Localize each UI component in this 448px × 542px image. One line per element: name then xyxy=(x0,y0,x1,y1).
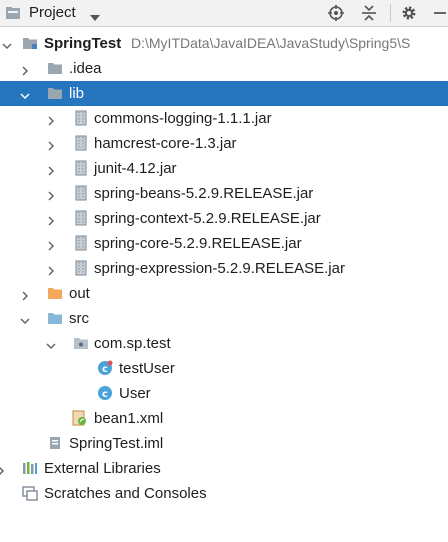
jar-label: spring-core-5.2.9.RELEASE.jar xyxy=(94,235,302,252)
tree-row-external-libraries[interactable]: External Libraries xyxy=(0,456,448,481)
chevron-right-icon[interactable] xyxy=(46,138,56,151)
chevron-right-icon[interactable] xyxy=(20,288,30,301)
tree-row-jar[interactable]: commons-logging-1.1.1.jar xyxy=(0,106,448,131)
jar-icon xyxy=(73,160,89,176)
folder-label: lib xyxy=(69,85,85,102)
tree-row-class[interactable]: c User xyxy=(0,381,448,406)
tree-row-xml[interactable]: bean1.xml xyxy=(0,406,448,431)
external-libraries-label: External Libraries xyxy=(44,460,161,477)
chevron-down-icon[interactable] xyxy=(46,338,56,350)
libraries-icon xyxy=(22,460,38,476)
tree-row-root[interactable]: SpringTest D:\MyITData\JavaIDEA\JavaStud… xyxy=(0,31,448,56)
hide-icon[interactable] xyxy=(432,4,448,22)
excluded-folder-icon xyxy=(47,285,63,301)
jar-label: commons-logging-1.1.1.jar xyxy=(94,110,272,127)
chevron-right-icon[interactable] xyxy=(46,238,56,251)
jar-icon xyxy=(73,110,89,126)
jar-label: spring-beans-5.2.9.RELEASE.jar xyxy=(94,185,314,202)
tree-row-scratches[interactable]: Scratches and Consoles xyxy=(0,481,448,506)
root-module-name: SpringTest xyxy=(44,35,122,52)
project-toolbar: Project xyxy=(0,0,448,27)
tree-row-jar[interactable]: junit-4.12.jar xyxy=(0,156,448,181)
chevron-down-icon[interactable] xyxy=(20,88,30,100)
source-folder-icon xyxy=(47,310,63,326)
tree-row-package[interactable]: com.sp.test xyxy=(0,331,448,356)
jar-icon xyxy=(73,235,89,251)
spring-xml-icon xyxy=(71,410,87,426)
folder-icon xyxy=(47,85,63,101)
chevron-down-icon[interactable] xyxy=(20,313,30,325)
module-folder-icon xyxy=(22,35,38,51)
class-icon: c xyxy=(97,385,113,401)
class-label: User xyxy=(119,385,151,402)
jar-label: spring-expression-5.2.9.RELEASE.jar xyxy=(94,260,345,277)
tree-row-jar[interactable]: spring-expression-5.2.9.RELEASE.jar xyxy=(0,256,448,281)
jar-label: junit-4.12.jar xyxy=(94,160,177,177)
package-label: com.sp.test xyxy=(94,335,171,352)
tree-row-jar[interactable]: hamcrest-core-1.3.jar xyxy=(0,131,448,156)
jar-icon xyxy=(73,210,89,226)
chevron-right-icon[interactable] xyxy=(46,113,56,126)
chevron-down-icon[interactable] xyxy=(2,38,12,50)
jar-label: hamcrest-core-1.3.jar xyxy=(94,135,237,152)
chevron-right-icon[interactable] xyxy=(46,213,56,226)
tree-row-iml[interactable]: SpringTest.iml xyxy=(0,431,448,456)
class-label: testUser xyxy=(119,360,175,377)
locate-icon[interactable] xyxy=(327,4,345,22)
folder-icon xyxy=(47,60,63,76)
tree-row-class[interactable]: c testUser xyxy=(0,356,448,381)
chevron-right-icon[interactable] xyxy=(46,188,56,201)
gear-icon[interactable] xyxy=(400,4,418,22)
tree-row-idea[interactable]: .idea xyxy=(0,56,448,81)
project-view-title[interactable]: Project xyxy=(29,4,76,21)
chevron-right-icon[interactable] xyxy=(46,163,56,176)
chevron-right-icon[interactable] xyxy=(46,263,56,276)
chevron-right-icon[interactable] xyxy=(20,63,30,76)
project-icon xyxy=(5,5,21,21)
collapse-all-icon[interactable] xyxy=(360,4,378,22)
toolbar-separator xyxy=(390,4,391,22)
scratches-label: Scratches and Consoles xyxy=(44,485,207,502)
class-icon: c xyxy=(97,360,113,376)
module-file-icon xyxy=(47,435,63,451)
package-icon xyxy=(73,335,89,351)
xml-label: bean1.xml xyxy=(94,410,164,427)
scratches-icon xyxy=(22,485,38,501)
folder-label: src xyxy=(69,310,89,327)
iml-label: SpringTest.iml xyxy=(69,435,164,452)
svg-text:c: c xyxy=(102,389,108,400)
folder-label: out xyxy=(69,285,90,302)
chevron-right-icon[interactable] xyxy=(0,463,6,476)
tree-row-lib[interactable]: lib xyxy=(0,81,448,106)
root-module-path: D:\MyITData\JavaIDEA\JavaStudy\Spring5\S xyxy=(131,35,411,51)
tree-row-jar[interactable]: spring-core-5.2.9.RELEASE.jar xyxy=(0,231,448,256)
jar-icon xyxy=(73,135,89,151)
jar-icon xyxy=(73,260,89,276)
tree-row-jar[interactable]: spring-context-5.2.9.RELEASE.jar xyxy=(0,206,448,231)
chevron-down-icon[interactable] xyxy=(90,9,100,21)
tree-row-jar[interactable]: spring-beans-5.2.9.RELEASE.jar xyxy=(0,181,448,206)
svg-text:c: c xyxy=(102,364,108,375)
tree-row-src[interactable]: src xyxy=(0,306,448,331)
folder-label: .idea xyxy=(69,60,102,77)
jar-icon xyxy=(73,185,89,201)
tree-row-out[interactable]: out xyxy=(0,281,448,306)
jar-label: spring-context-5.2.9.RELEASE.jar xyxy=(94,210,321,227)
